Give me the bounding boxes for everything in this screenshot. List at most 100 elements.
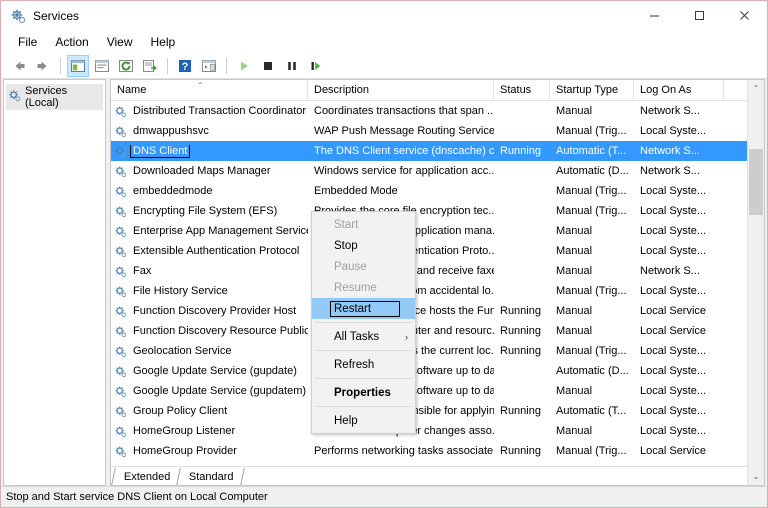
table-row[interactable]: Function Discovery Provider HostThe FDPH… [111, 301, 764, 321]
service-name-label: File History Service [131, 285, 230, 297]
service-gear-icon [114, 305, 127, 318]
sidebar-item-services-local[interactable]: Services (Local) [6, 84, 103, 110]
service-name-label: Human Interface Device Service [131, 465, 293, 466]
show-hide-console-tree-icon[interactable] [67, 55, 89, 77]
table-row[interactable]: embeddedmodeEmbedded ModeManual (Trig...… [111, 181, 764, 201]
forward-icon[interactable] [32, 55, 54, 77]
cell-log-on-as: Local Syste... [634, 205, 724, 217]
restart-service-icon[interactable] [305, 55, 327, 77]
table-row[interactable]: Function Discovery Resource PublicaPubli… [111, 321, 764, 341]
refresh-icon[interactable] [115, 55, 137, 77]
sidebar-item-label: Services (Local) [25, 85, 101, 109]
title-bar: Services [1, 1, 767, 31]
menu-view[interactable]: View [98, 33, 142, 51]
cell-name: File History Service [111, 285, 308, 298]
tab-extended[interactable]: Extended [111, 468, 180, 485]
context-menu-item-refresh[interactable]: Refresh [312, 354, 415, 375]
help-icon[interactable]: ? [174, 55, 196, 77]
column-header-description[interactable]: Description [308, 80, 494, 100]
table-row[interactable]: HomeGroup ProviderPerforms networking ta… [111, 441, 764, 461]
cell-log-on-as: Local Syste... [634, 385, 724, 397]
table-row[interactable]: Google Update Service (gupdatem)Keeps yo… [111, 381, 764, 401]
cell-startup-type: Manual [550, 245, 634, 257]
table-row[interactable]: Geolocation ServiceThis service monitors… [111, 341, 764, 361]
pause-service-icon[interactable] [281, 55, 303, 77]
table-row[interactable]: Enterprise App Management ServiceEnables… [111, 221, 764, 241]
cell-startup-type: Manual (Trig... [550, 465, 634, 466]
export-list-icon[interactable] [139, 55, 161, 77]
cell-log-on-as: Local Syste... [634, 125, 724, 137]
maximize-button[interactable] [677, 1, 722, 30]
window-title: Services [33, 9, 632, 23]
cell-name: Group Policy Client [111, 405, 308, 418]
scroll-down-button[interactable]: ⌄ [748, 468, 764, 485]
service-name-label: Enterprise App Management Service [131, 225, 308, 237]
context-menu-item-stop[interactable]: Stop [312, 235, 415, 256]
cell-log-on-as: Network S... [634, 105, 724, 117]
cell-log-on-as: Local Syste... [634, 425, 724, 437]
table-row[interactable]: Group Policy ClientThe service is respon… [111, 401, 764, 421]
cell-startup-type: Manual [550, 385, 634, 397]
table-row[interactable]: Distributed Transaction CoordinatorCoord… [111, 101, 764, 121]
tab-standard[interactable]: Standard [177, 468, 245, 485]
cell-startup-type: Manual [550, 225, 634, 237]
context-menu-item-properties[interactable]: Properties [312, 382, 415, 403]
close-button[interactable] [722, 1, 767, 30]
vertical-scrollbar[interactable]: ⌃ ⌄ [747, 80, 764, 485]
back-icon[interactable] [8, 55, 30, 77]
services-gear-icon [10, 8, 26, 24]
show-hide-action-pane-icon[interactable] [198, 55, 220, 77]
table-row[interactable]: FaxEnables you to send and receive faxe.… [111, 261, 764, 281]
cell-name: Downloaded Maps Manager [111, 165, 308, 178]
scroll-up-button[interactable]: ⌃ [748, 80, 764, 97]
table-row[interactable]: Downloaded Maps ManagerWindows service f… [111, 161, 764, 181]
column-header-name[interactable]: Name ⌃ [111, 80, 308, 100]
cell-log-on-as: Network S... [634, 165, 724, 177]
context-menu-item-all-tasks[interactable]: All Tasks› [312, 326, 415, 347]
cell-name: Extensible Authentication Protocol [111, 245, 308, 258]
table-row[interactable]: Encrypting File System (EFS)Provides the… [111, 201, 764, 221]
context-menu-item-label: Refresh [334, 359, 374, 371]
column-header-status[interactable]: Status [494, 80, 550, 100]
column-header-log-on-as[interactable]: Log On As [634, 80, 724, 100]
menu-help[interactable]: Help [142, 33, 185, 51]
table-row[interactable]: HomeGroup ListenerMakes local computer c… [111, 421, 764, 441]
service-gear-icon [114, 285, 127, 298]
table-row[interactable]: Google Update Service (gupdate)Keeps you… [111, 361, 764, 381]
properties-icon[interactable] [91, 55, 113, 77]
svg-text:?: ? [182, 61, 189, 73]
context-menu-item-label: All Tasks [334, 331, 379, 343]
context-menu-item-help[interactable]: Help [312, 410, 415, 431]
table-row[interactable]: dmwappushsvcWAP Push Message Routing Ser… [111, 121, 764, 141]
list-header: Name ⌃ Description Status Startup Type L… [111, 80, 764, 101]
menu-action[interactable]: Action [46, 33, 97, 51]
context-menu-item-restart[interactable]: Restart [312, 298, 415, 319]
table-row[interactable]: File History ServiceProtects user files … [111, 281, 764, 301]
cell-log-on-as: Local Service [634, 325, 724, 337]
table-row[interactable]: Extensible Authentication ProtocolThe Ex… [111, 241, 764, 261]
scrollbar-thumb[interactable] [749, 149, 763, 215]
table-row[interactable]: Human Interface Device ServiceActivates … [111, 461, 764, 466]
menu-file[interactable]: File [9, 33, 46, 51]
service-gear-icon [114, 145, 127, 158]
context-menu-item-label: Resume [334, 282, 377, 294]
status-bar: Stop and Start service DNS Client on Loc… [1, 486, 767, 507]
stop-service-icon[interactable] [257, 55, 279, 77]
services-list[interactable]: Distributed Transaction CoordinatorCoord… [111, 101, 764, 466]
cell-name: Distributed Transaction Coordinator [111, 105, 308, 118]
cell-log-on-as: Local Service [634, 305, 724, 317]
cell-status: Running [494, 345, 550, 357]
service-name-label: Function Discovery Provider Host [131, 305, 298, 317]
table-row[interactable]: DNS ClientThe DNS Client service (dnscac… [111, 141, 764, 161]
service-name-label: dmwappushsvc [131, 125, 211, 137]
cell-log-on-as: Network S... [634, 265, 724, 277]
cell-log-on-as: Network S... [634, 145, 724, 157]
start-service-icon[interactable] [233, 55, 255, 77]
menu-separator [314, 322, 413, 323]
scrollbar-track[interactable] [748, 97, 764, 468]
column-header-startup-type[interactable]: Startup Type [550, 80, 634, 100]
service-gear-icon [114, 225, 127, 238]
context-menu[interactable]: StartStopPauseResumeRestartAll Tasks›Ref… [311, 211, 416, 434]
cell-startup-type: Manual [550, 105, 634, 117]
minimize-button[interactable] [632, 1, 677, 30]
